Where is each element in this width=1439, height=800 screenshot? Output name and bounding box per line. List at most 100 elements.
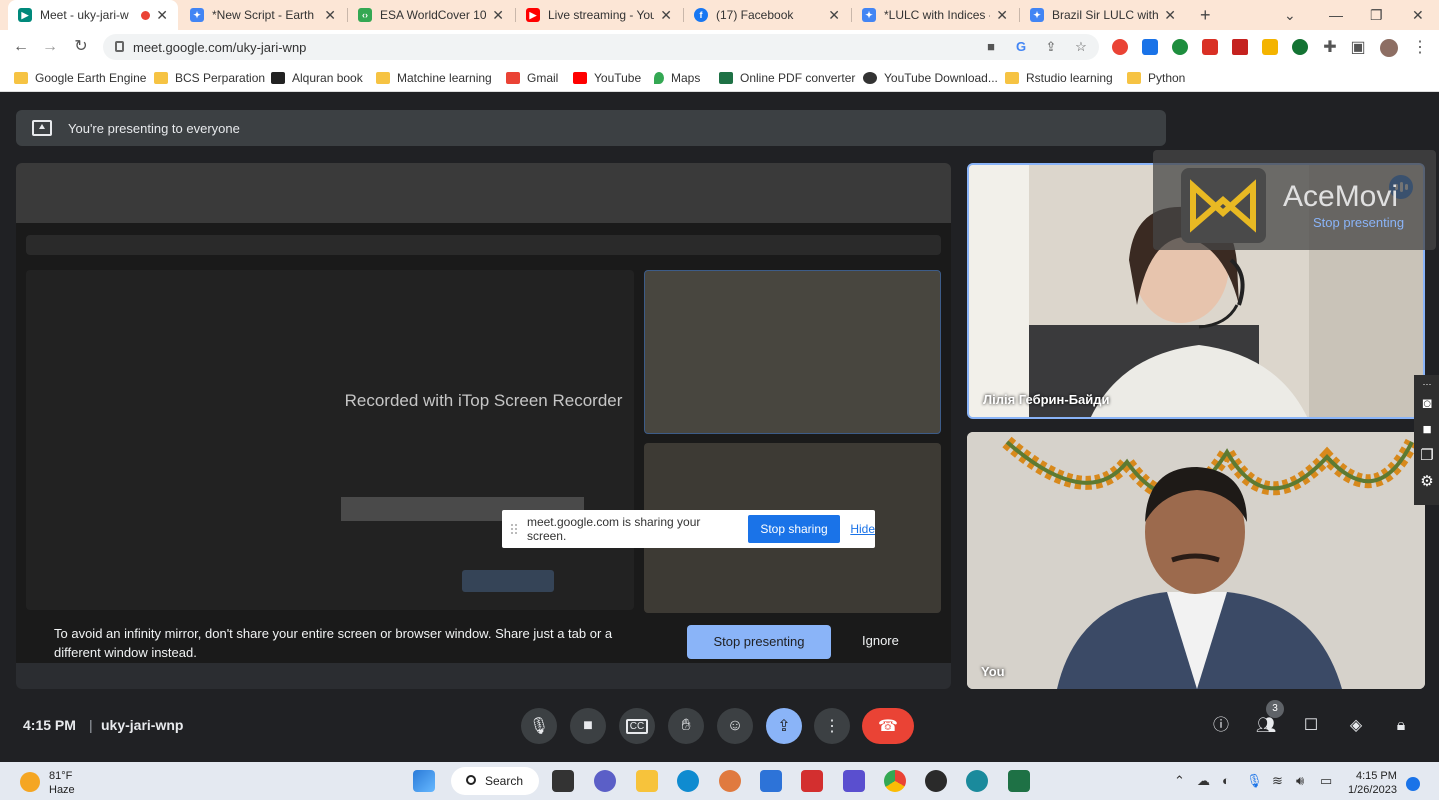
store-icon[interactable] [760,770,782,792]
tab-earth-engine[interactable]: ✦ *New Script - Earth Er ✕ [180,0,346,30]
host-controls-icon[interactable]: 🔒︎ [1390,715,1412,737]
raise-hand-button[interactable]: ✋︎ [668,708,704,744]
chat-icon[interactable]: ☐ [1300,715,1322,737]
menu-icon[interactable]: ⋮ [1410,38,1430,58]
side-panel-icon[interactable]: ▣ [1348,38,1368,58]
bookmark-star-icon[interactable]: ☆ [1073,39,1089,55]
minimize-icon[interactable]: — [1329,0,1343,30]
recorder-app-icon[interactable] [801,770,823,792]
close-tab-icon[interactable]: ✕ [324,7,336,24]
extension-icon[interactable] [1292,39,1308,55]
omnibox[interactable]: meet.google.com/uky-jari-wnp ■ G ⇪ ☆ [103,34,1099,60]
close-tab-icon[interactable]: ✕ [660,7,672,24]
microphone-tray-icon[interactable]: 🎙︎ [1246,773,1263,789]
app-p-icon[interactable] [843,770,865,792]
camera-icon[interactable]: ■ [983,39,999,55]
windows-start-icon[interactable] [413,770,435,792]
meeting-info-icon[interactable]: ⓘ [1210,715,1232,737]
tab-meet[interactable]: ▶ Meet - uky-jari-w ✕ [8,0,178,30]
video-record-icon[interactable]: ■ [1418,421,1436,439]
bookmark-python[interactable]: Python [1127,70,1185,86]
app-icon[interactable] [719,770,741,792]
app-dark-icon[interactable] [925,770,947,792]
ignore-button[interactable]: Ignore [862,633,899,648]
bookmark-youtube[interactable]: YouTube [573,70,641,86]
profile-avatar[interactable] [1380,39,1398,57]
battery-icon[interactable]: ▭ [1320,773,1332,789]
tab-search-icon[interactable]: ⌄ [1284,0,1296,30]
tab-youtube[interactable]: ▶ Live streaming - YouT ✕ [516,0,682,30]
reactions-button[interactable]: ☺ [717,708,753,744]
excel-icon[interactable] [1008,770,1030,792]
extensions-puzzle-icon[interactable]: ✚ [1320,38,1340,58]
extension-icon[interactable] [1172,39,1188,55]
acemovi-stop-presenting-link[interactable]: Stop presenting [1313,215,1404,230]
bookmark-youtube-download[interactable]: YouTube Download... [863,70,998,86]
recorder-grip-icon[interactable]: ⋯ [1418,375,1436,393]
tray-chevron-icon[interactable]: ⌃ [1174,773,1185,789]
gear-icon[interactable]: ⚙ [1418,473,1436,491]
stop-presenting-button[interactable]: Stop presenting [687,625,831,659]
bookmark-rstudio-learning[interactable]: Rstudio learning [1005,70,1113,86]
camera-button[interactable]: ■ [570,708,606,744]
bookmark-maps[interactable]: Maps [654,70,700,86]
system-clock[interactable]: 4:15 PM 1/26/2023 [1348,769,1397,797]
close-tab-icon[interactable]: ✕ [996,7,1008,24]
edge-icon[interactable] [677,770,699,792]
bookmark-online-pdf-converter[interactable]: Online PDF converter [719,70,855,86]
forward-icon[interactable]: → [40,37,60,57]
extension-icon[interactable] [1202,39,1218,55]
extension-icon[interactable] [1262,39,1278,55]
microphone-button[interactable]: 🎙︎ [521,708,557,744]
tab-brazil-lulc[interactable]: ✦ Brazil Sir LULC with cl ✕ [1020,0,1186,30]
onedrive-icon[interactable]: ☁ [1197,773,1210,789]
tray-app-icon[interactable]: ◐ [1222,773,1230,788]
bookmark-bcs-perparation[interactable]: BCS Perparation [154,70,265,86]
captions-button[interactable]: CC [619,708,655,744]
more-options-button[interactable]: ⋮ [814,708,850,744]
back-icon[interactable]: ← [11,37,31,57]
present-button[interactable]: ⇪ [766,708,802,744]
close-window-icon[interactable]: ✕ [1412,0,1424,30]
close-tab-icon[interactable]: ✕ [828,7,840,24]
self-tile[interactable]: You [967,432,1425,689]
bookmark-alquran-book[interactable]: Alquran book [271,70,363,86]
url-text[interactable]: meet.google.com/uky-jari-wnp [133,40,306,55]
close-tab-icon[interactable]: ✕ [492,7,504,24]
leave-call-button[interactable]: ☎︎ [862,708,914,744]
bookmark-google-earth-engine[interactable]: Google Earth Engine [14,70,146,86]
chat-app-icon[interactable] [594,770,616,792]
taskbar-search[interactable]: Search [451,767,539,795]
volume-icon[interactable]: 🔊︎ [1296,773,1304,789]
new-tab-button[interactable]: + [1200,0,1211,30]
reload-icon[interactable]: ↻ [71,37,91,57]
close-tab-icon[interactable]: ✕ [156,7,168,24]
bookmark-matchine-learning[interactable]: Matchine learning [376,70,492,86]
task-view-icon[interactable] [552,770,574,792]
chrome-icon[interactable] [884,770,906,792]
wifi-icon[interactable]: ≋ [1272,773,1283,789]
lock-icon[interactable] [115,41,124,52]
activities-icon[interactable]: ◈ [1345,715,1367,737]
share-icon[interactable]: ⇪ [1043,39,1059,55]
window-icon[interactable]: ❐ [1418,447,1436,465]
google-icon[interactable]: G [1013,39,1029,55]
weather-sun-icon[interactable] [20,772,40,792]
app-search-icon[interactable] [966,770,988,792]
extension-icon[interactable] [1112,39,1128,55]
close-tab-icon[interactable]: ✕ [1164,7,1176,24]
stop-sharing-button[interactable]: Stop sharing [747,515,841,543]
bookmark-gmail[interactable]: Gmail [506,70,558,86]
extension-icon[interactable] [1232,39,1248,55]
screenshot-camera-icon[interactable]: ◙ [1418,395,1436,413]
tab-esa-worldcover[interactable]: ‹› ESA WorldCover 10m ✕ [348,0,514,30]
tab-facebook[interactable]: f (17) Facebook ✕ [684,0,850,30]
file-explorer-icon[interactable] [636,770,658,792]
hide-link[interactable]: Hide [850,522,875,536]
extension-icon[interactable] [1142,39,1158,55]
weather-widget[interactable]: 81°F Haze [49,769,75,797]
notification-badge-icon[interactable] [1406,777,1420,791]
tab-lulc-indices[interactable]: ✦ *LULC with Indices - E ✕ [852,0,1018,30]
people-icon[interactable]: 👥︎ [1255,715,1277,737]
restore-icon[interactable]: ❐ [1370,0,1383,30]
